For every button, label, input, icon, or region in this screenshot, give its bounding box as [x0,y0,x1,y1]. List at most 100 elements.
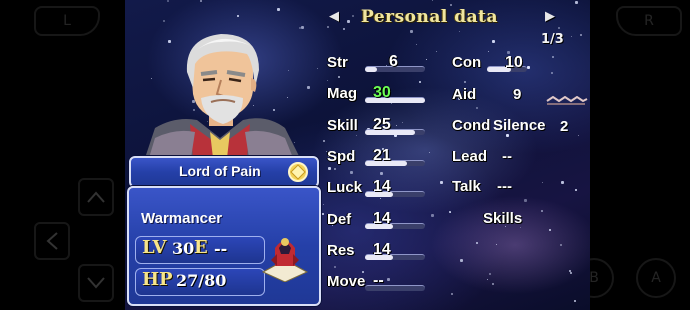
res-label: Res [327,242,355,259]
con-value: 10 [505,54,523,71]
skill-label: Skill [327,117,358,134]
light-affinity-icon [288,162,308,182]
star [459,31,460,32]
l-shoulder-button[interactable]: L [34,6,100,36]
star [317,68,318,69]
unit-name-panel: Lord of Pain [129,156,319,188]
page-header: ◀ Personal data ▶ [323,6,563,30]
star [323,204,324,205]
b-button-label: B [589,270,599,286]
def-value: 14 [373,210,391,227]
star [334,266,336,268]
star [163,20,165,22]
star [542,182,543,183]
unit-name: Lord of Pain [179,163,261,179]
star [492,40,495,43]
star [541,210,543,212]
lv-value: 30 [172,239,195,258]
unit-class: Warmancer [141,210,223,227]
star [338,76,340,78]
star [419,81,421,83]
star [489,273,491,275]
star [476,242,478,244]
r-shoulder-button[interactable]: R [616,6,682,36]
star [575,1,578,4]
star [327,80,328,81]
star [552,56,554,58]
star [560,244,562,246]
star [277,8,280,11]
page-left-arrow-icon[interactable]: ◀ [329,9,339,24]
star [167,0,169,2]
star [410,30,413,33]
lead-label: Lead [452,148,488,165]
up-icon [87,191,105,203]
star [451,293,453,295]
star [551,72,553,74]
game-screen: ◀ Personal data ▶ 1/3 Str 6 Mag 30 Skill 25 Sp… [125,0,590,310]
page-title: Personal data [361,7,499,27]
unit-info-panel: Warmancer LV 30 E -- HP 27/80 [127,186,321,306]
star [524,199,527,202]
star [323,140,325,142]
star [380,172,383,175]
star [580,34,582,36]
level-row: LV 30 E -- [135,236,265,264]
hp-row: HP 27/80 [135,268,265,296]
dpad-up-button[interactable] [78,178,114,216]
star [488,51,489,52]
l-button-label: L [63,13,71,29]
star [487,279,488,280]
star [429,152,430,153]
star [520,227,521,228]
star [432,0,433,1]
a-button[interactable]: A [636,258,676,298]
unit-map-sprite [261,238,309,282]
star [578,135,579,136]
cond-value: Silence [493,117,546,134]
spd-value: 21 [373,147,391,164]
luck-value: 14 [373,178,391,195]
hp-value: 27/80 [176,271,227,290]
talk-label: Talk [452,178,481,195]
star [575,189,577,191]
star [416,44,417,45]
star [350,171,353,174]
move-label: Move [327,273,366,290]
down-icon [87,277,105,289]
star [237,15,239,17]
cond-label: Cond [452,117,491,134]
exp-label: E [194,237,208,258]
a-button-label: A [651,270,661,286]
talk-value: --- [497,178,512,195]
star [571,36,572,37]
star [570,272,572,274]
star [460,259,463,262]
star [322,213,324,215]
star [328,167,331,170]
mag-label: Mag [327,85,357,102]
star [396,125,397,126]
star [561,181,564,184]
dpad-left-button[interactable] [34,222,70,260]
con-label: Con [452,54,482,71]
str-value: 6 [389,53,398,70]
dpad-down-button[interactable] [78,264,114,302]
page-right-arrow-icon[interactable]: ▶ [545,9,555,24]
star [496,244,497,245]
lv-label: LV [142,237,167,258]
star [334,168,336,170]
star [464,81,466,83]
mag-value: 30 [373,84,391,101]
star [476,107,478,109]
star [449,211,451,213]
exp-value: -- [214,239,228,258]
def-label: Def [327,211,352,228]
hp-label: HP [142,269,173,290]
star [387,278,390,281]
star [426,59,427,60]
lead-value: -- [502,148,512,165]
star [574,300,576,302]
star [402,122,403,123]
star [436,51,437,52]
